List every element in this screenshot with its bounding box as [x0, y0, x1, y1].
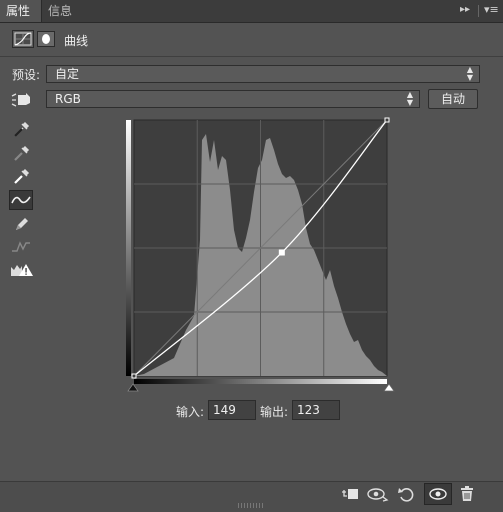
input-value-field[interactable]: 149 [208, 400, 256, 420]
updown-arrows-icon: ▲ ▼ [406, 90, 413, 107]
preset-value: 自定 [55, 67, 80, 81]
panel-tab-bar: 属性 信息 ▸▸ ▾≡ [0, 0, 503, 23]
eyedropper-gray-point-icon[interactable] [10, 143, 32, 163]
targeted-adjustment-hand-icon[interactable] [11, 91, 33, 107]
channel-value: RGB [55, 92, 81, 106]
preset-label: 预设: [12, 68, 41, 82]
panel-title: 曲线 [64, 34, 89, 48]
reset-icon[interactable] [396, 484, 416, 504]
output-value-field[interactable]: 123 [292, 400, 340, 420]
pencil-draw-icon[interactable] [10, 214, 32, 234]
eyedropper-white-point-icon[interactable] [10, 166, 32, 186]
curves-adjustment-icon[interactable] [12, 30, 34, 48]
eyedropper-black-point-icon[interactable] [10, 119, 32, 139]
curve-point-selected[interactable] [278, 249, 285, 256]
clipping-warning-icon[interactable] [9, 261, 35, 281]
curve-point[interactable] [384, 117, 390, 123]
curves-graph[interactable] [125, 115, 395, 393]
channel-dropdown[interactable]: RGB ▲ ▼ [46, 90, 420, 108]
panel-menu-icon[interactable]: ▾≡ [484, 3, 499, 16]
output-label: 输出: [260, 405, 289, 419]
curve-edit-points-icon[interactable] [9, 190, 33, 210]
tab-divider [478, 5, 479, 17]
layer-mask-icon[interactable] [37, 31, 55, 47]
resize-grip[interactable] [238, 503, 264, 508]
tab-info[interactable]: 信息 [42, 0, 82, 22]
trash-icon[interactable] [458, 484, 476, 504]
output-gradient-bar [126, 120, 131, 376]
auto-button[interactable]: 自动 [428, 89, 478, 109]
view-previous-state-icon[interactable] [366, 484, 390, 504]
visibility-eye-icon[interactable] [424, 483, 452, 505]
clip-to-layer-icon[interactable] [340, 484, 362, 504]
preset-dropdown[interactable]: 自定 ▲ ▼ [46, 65, 480, 83]
white-point-slider[interactable] [383, 383, 395, 392]
tab-properties[interactable]: 属性 [0, 0, 42, 22]
double-chevron-icon[interactable]: ▸▸ [460, 4, 470, 15]
input-gradient-bar [134, 379, 387, 384]
curve-point[interactable] [131, 373, 137, 379]
smooth-curve-icon[interactable] [10, 237, 32, 257]
input-label: 输入: [176, 405, 205, 419]
black-point-slider[interactable] [127, 383, 139, 392]
updown-arrows-icon: ▲ ▼ [466, 65, 473, 82]
header-divider [0, 56, 503, 57]
